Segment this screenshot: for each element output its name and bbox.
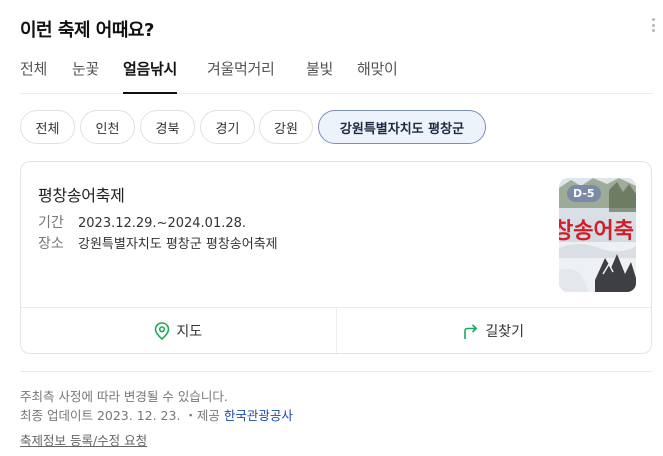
tab-lights[interactable]: 불빛 (306, 58, 333, 93)
festival-period-row: 기간 2023.12.29.~2024.01.28. (38, 212, 246, 232)
tab-snow-flower[interactable]: 눈꽃 (72, 58, 99, 93)
region-chip-gyeonggi[interactable]: 경기 (200, 110, 255, 144)
map-pin-icon (155, 321, 170, 340)
route-arrow-icon (464, 323, 478, 339)
place-value: 강원특별자치도 평창군 평창송어축제 (78, 237, 278, 252)
dday-badge: D-5 (567, 185, 601, 202)
update-info: 최종 업데이트 2023. 12. 23. ・제공 한국관광공사 (20, 405, 293, 424)
provider-link[interactable]: 한국관광공사 (224, 408, 293, 423)
region-chip-gyeongbuk[interactable]: 경북 (140, 110, 195, 144)
festival-place-row: 장소 강원특별자치도 평창군 평창송어축제 (38, 233, 278, 253)
festival-poster-image[interactable]: 창송어축 D-5 (559, 178, 636, 292)
region-chip-gangwon[interactable]: 강원 (259, 110, 313, 144)
place-label: 장소 (38, 236, 64, 252)
period-value: 2023.12.29.~2024.01.28. (78, 216, 247, 231)
tab-sunrise[interactable]: 해맞이 (357, 58, 398, 93)
change-notice: 주최측 사정에 따라 변경될 수 있습니다. (20, 389, 228, 404)
poster-title-text: 창송어축 (559, 219, 634, 244)
map-button-label: 지도 (176, 323, 203, 340)
directions-button-label: 길찾기 (485, 323, 525, 340)
tab-all[interactable]: 전체 (20, 58, 47, 93)
map-button[interactable]: 지도 (21, 308, 336, 353)
more-options-icon[interactable] (649, 16, 657, 34)
directions-button[interactable]: 길찾기 (335, 308, 652, 353)
provider-prefix: ・제공 (184, 408, 220, 423)
tab-winter-food[interactable]: 겨울먹거리 (207, 58, 275, 93)
region-chip-pyeongchang[interactable]: 강원특별자치도 평창군 (318, 110, 486, 144)
last-updated: 최종 업데이트 2023. 12. 23. (20, 408, 181, 423)
footer-divider (20, 371, 653, 372)
card-action-bar: 지도 길찾기 (21, 307, 651, 353)
period-label: 기간 (38, 215, 64, 231)
region-chip-incheon[interactable]: 인천 (80, 110, 135, 144)
festival-card[interactable]: 평창송어축제 기간 2023.12.29.~2024.01.28. 장소 강원특별자… (20, 161, 652, 354)
festival-name[interactable]: 평창송어축제 (38, 182, 125, 206)
page-title: 이런 축제 어때요? (20, 20, 154, 41)
tab-ice-fishing[interactable]: 얼음낚시 (123, 58, 177, 94)
region-chip-all[interactable]: 전체 (20, 110, 75, 144)
edit-request-link[interactable]: 축제정보 등록/수정 요청 (20, 430, 147, 449)
category-tabs: 전체 눈꽃 얼음낚시 겨울먹거리 불빛 해맞이 (20, 58, 653, 94)
